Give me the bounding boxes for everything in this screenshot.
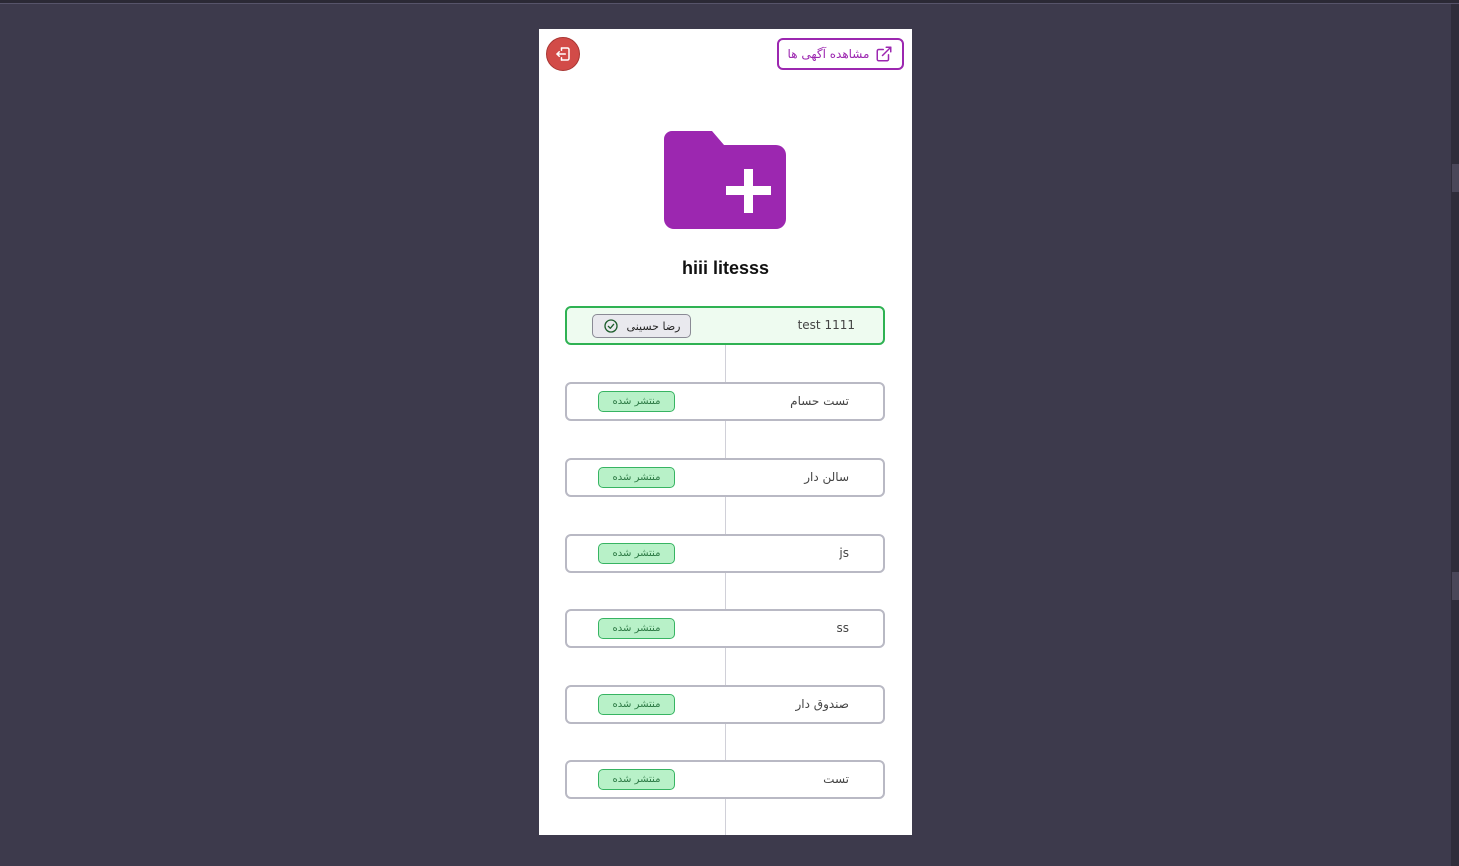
list-item-title: تست حسام <box>790 394 849 408</box>
logout-button[interactable] <box>546 37 580 71</box>
scrollbar-marker <box>1452 164 1459 192</box>
list-item-active[interactable]: test 1111 رضا حسینی <box>565 306 885 345</box>
list-item[interactable]: صندوق دار منتشر شده <box>565 685 885 724</box>
status-badge: منتشر شده <box>598 543 675 564</box>
window-top-bar <box>0 0 1459 4</box>
list-item-title: صندوق دار <box>795 697 849 711</box>
status-badge: منتشر شده <box>598 769 675 790</box>
list-item[interactable]: تست حسام منتشر شده <box>565 382 885 421</box>
view-ads-button[interactable]: مشاهده آگهی ها <box>777 38 904 70</box>
list-item[interactable]: ss منتشر شده <box>565 609 885 648</box>
status-badge: منتشر شده <box>598 391 675 412</box>
view-ads-label: مشاهده آگهی ها <box>787 47 870 61</box>
list-item-title: سالن دار <box>804 470 849 484</box>
user-name: رضا حسینی <box>626 319 681 333</box>
list-item-title: تست <box>823 772 849 786</box>
check-circle-icon <box>603 318 619 334</box>
status-badge: منتشر شده <box>598 694 675 715</box>
folder-plus-icon[interactable] <box>664 131 786 229</box>
list-item-title: test 1111 <box>797 318 855 332</box>
list-item[interactable]: js منتشر شده <box>565 534 885 573</box>
scrollbar[interactable] <box>1451 4 1459 866</box>
status-badge: منتشر شده <box>598 618 675 639</box>
external-link-icon <box>875 45 893 63</box>
list-item[interactable]: سالن دار منتشر شده <box>565 458 885 497</box>
logout-icon <box>556 47 570 61</box>
status-badge: منتشر شده <box>598 467 675 488</box>
mobile-panel: مشاهده آگهی ها hiii litesss test 1111 رض… <box>539 29 912 835</box>
list-item-title: ss <box>836 621 849 635</box>
list-item-title: js <box>839 546 849 560</box>
page-title: hiii litesss <box>681 258 770 278</box>
scrollbar-marker <box>1452 572 1459 600</box>
list-item[interactable]: تست منتشر شده <box>565 760 885 799</box>
assigned-user-chip[interactable]: رضا حسینی <box>592 314 691 338</box>
